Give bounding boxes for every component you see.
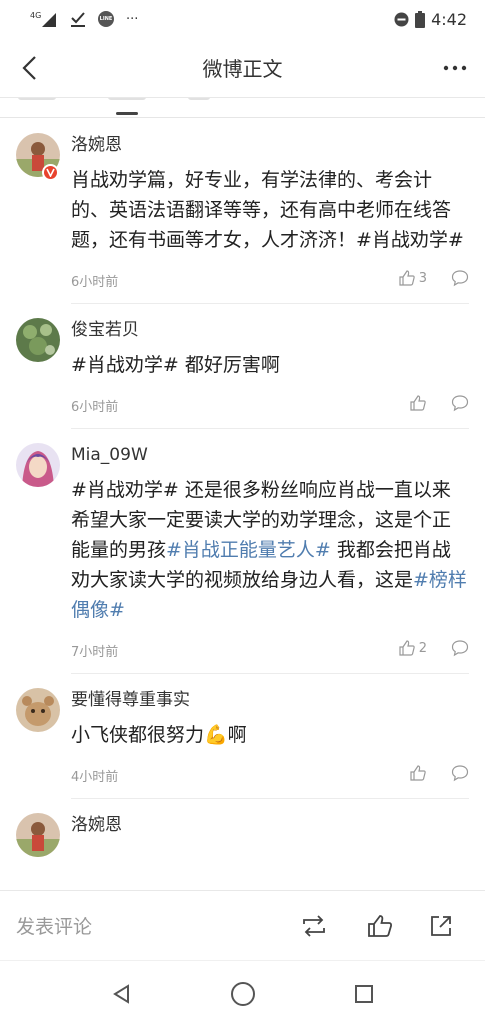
active-tab-indicator (116, 112, 138, 115)
system-home-button[interactable] (228, 979, 258, 1009)
topic-link[interactable]: #肖战正能量艺人# (166, 539, 331, 561)
signal-icon: 4G (30, 10, 58, 28)
comment-username[interactable]: 要懂得尊重事实 (71, 688, 469, 712)
battery-icon (415, 10, 426, 28)
like-button[interactable] (409, 394, 427, 412)
comment-item: 洛婉恩 肖战劝学篇，好专业，有学法律的、考会计的、英语法语翻译等等，还有高中老师… (0, 119, 485, 304)
share-icon (431, 916, 451, 936)
comment-bubble-icon (451, 765, 469, 782)
thumb-up-icon (410, 395, 426, 411)
checkmark-download-icon (70, 10, 86, 28)
more-dots-icon (443, 65, 467, 71)
clock: 4:42 (431, 9, 467, 29)
comment-time: 7小时前 (71, 645, 119, 660)
comment-username[interactable]: 俊宝若贝 (71, 318, 469, 342)
verified-badge-icon (42, 164, 59, 181)
tab-reposts[interactable] (18, 98, 56, 100)
system-back-button[interactable] (107, 979, 137, 1009)
line-app-icon: LINE (98, 11, 114, 27)
like-button[interactable]: 3 (398, 269, 427, 287)
circle-home-icon (231, 982, 255, 1006)
page-title: 微博正文 (202, 57, 283, 81)
square-recents-icon (355, 985, 373, 1003)
system-recents-button[interactable] (349, 979, 379, 1009)
like-button[interactable]: 2 (398, 639, 427, 657)
comment-list: 洛婉恩 肖战劝学篇，好专业，有学法律的、考会计的、英语法语翻译等等，还有高中老师… (0, 119, 485, 890)
triangle-back-icon (113, 984, 129, 1004)
compose-comment-input[interactable]: 发表评论 (16, 912, 92, 939)
more-notifications-icon: ··· (126, 11, 139, 27)
thumb-up-icon (368, 915, 392, 937)
more-button[interactable] (439, 52, 471, 84)
comment-bubble-icon (451, 395, 469, 412)
reply-button[interactable] (451, 764, 469, 786)
tab-comments[interactable] (108, 98, 146, 100)
repost-icon (303, 915, 325, 937)
bottom-action-bar: 发表评论 (0, 890, 485, 960)
comment-username[interactable]: 洛婉恩 (71, 813, 469, 837)
back-button[interactable] (14, 52, 46, 84)
tab-likes[interactable] (188, 98, 210, 100)
comment-time: 6小时前 (71, 275, 119, 290)
avatar[interactable] (16, 318, 60, 362)
avatar[interactable] (16, 443, 60, 487)
reply-button[interactable] (451, 639, 469, 661)
system-nav-bar (0, 960, 485, 1024)
share-button[interactable] (424, 909, 458, 943)
comment-username[interactable]: Mia_09W (71, 443, 469, 467)
thumb-up-icon (399, 640, 415, 656)
comment-time: 6小时前 (71, 400, 119, 415)
like-button[interactable] (409, 764, 427, 782)
svg-text:4G: 4G (30, 11, 41, 20)
comment-text: 小飞侠都很努力💪啊 (71, 724, 247, 746)
comment-time: 4小时前 (71, 770, 119, 785)
avatar[interactable] (16, 813, 60, 857)
comment-text: #肖战劝学# 还是很多粉丝响应肖战一直以来希望大家一定要读大学的劝学理念，这是个… (71, 479, 467, 621)
status-bar: 4G LINE ··· 4:42 (0, 0, 485, 38)
top-navbar: 微博正文 (0, 38, 485, 98)
comment-text: #肖战劝学# 都好厉害啊 (71, 354, 280, 376)
do-not-disturb-icon (394, 12, 409, 27)
comment-item: Mia_09W #肖战劝学# 还是很多粉丝响应肖战一直以来希望大家一定要读大学的… (0, 429, 485, 674)
tab-strip (0, 98, 485, 118)
comment-text: 肖战劝学篇，好专业，有学法律的、考会计的、英语法语翻译等等，还有高中老师在线答题… (71, 169, 464, 251)
comment-bubble-icon (451, 270, 469, 287)
comment-bubble-icon (451, 640, 469, 657)
reply-button[interactable] (451, 394, 469, 416)
thumb-up-icon (399, 270, 415, 286)
comment-item: 要懂得尊重事实 小飞侠都很努力💪啊 4小时前 (0, 674, 485, 799)
comment-item: 洛婉恩 (0, 799, 485, 857)
comment-username[interactable]: 洛婉恩 (71, 133, 469, 157)
like-count: 2 (418, 640, 427, 656)
comment-item: 俊宝若贝 #肖战劝学# 都好厉害啊 6小时前 (0, 304, 485, 429)
avatar[interactable] (16, 688, 60, 732)
repost-button[interactable] (297, 909, 331, 943)
reply-button[interactable] (451, 269, 469, 291)
chevron-left-icon (22, 56, 36, 80)
like-count: 3 (418, 270, 427, 286)
like-post-button[interactable] (363, 909, 397, 943)
thumb-up-icon (410, 765, 426, 781)
